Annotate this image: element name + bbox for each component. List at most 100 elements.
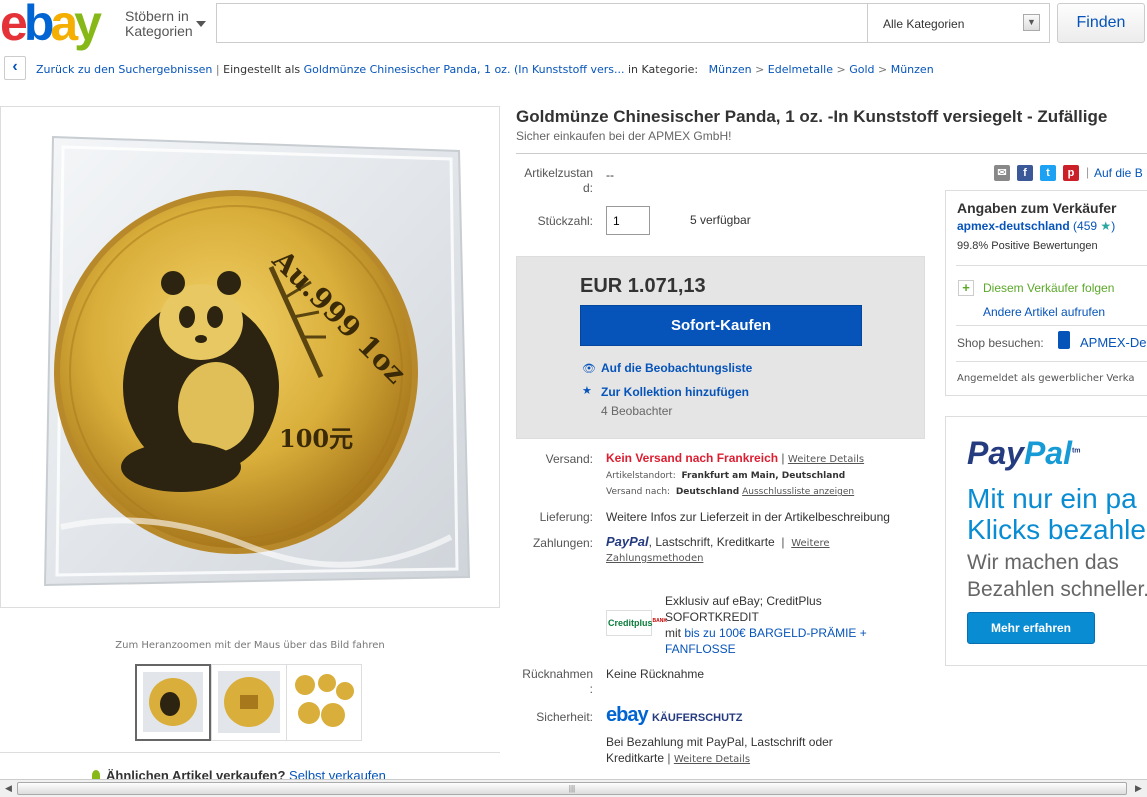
horizontal-scrollbar[interactable]: ◀ ||| ▶ [0, 779, 1147, 797]
browse-line-1: Stöbern in [125, 8, 189, 24]
paypal-ad-logo: PayPaltm [967, 435, 1081, 472]
ships-to-label: Versand nach: [606, 487, 671, 497]
positive-feedback: 99.8% Positive Bewertungen [957, 240, 1098, 252]
condition-label-line-2: d: [582, 181, 593, 195]
store-icon [1058, 331, 1070, 349]
share-separator: | [1086, 165, 1090, 179]
thumbnail-coin-image [143, 672, 203, 732]
divider [956, 265, 1147, 266]
protection-text: KÄUFERSCHUTZ [652, 712, 743, 724]
crumb-arrow: > [836, 63, 850, 76]
scroll-right-icon[interactable]: ▶ [1130, 780, 1147, 797]
paypal-ad-headline-2: Klicks bezahle [967, 514, 1146, 545]
thumbnail-1[interactable] [135, 664, 211, 741]
add-to-watchlist-top-link[interactable]: Auf die B [1094, 166, 1143, 180]
creditplus-logo[interactable]: CreditplusBANK [606, 610, 667, 636]
seller-name-link[interactable]: apmex-deutschland [957, 219, 1070, 233]
credit-promo-link-2[interactable]: FANFLOSSE [665, 642, 736, 656]
thumbnail-2[interactable] [211, 664, 287, 741]
search-input[interactable] [217, 4, 867, 42]
other-items-link[interactable]: Andere Artikel aufrufen [983, 305, 1105, 319]
condition-label: Artikelzustan d: [516, 166, 593, 196]
shipping-value: Kein Versand nach Frankreich | Weitere D… [606, 451, 864, 465]
paypal-ad-headline-1: Mit nur ein pa [967, 483, 1137, 514]
crumb-gold[interactable]: Gold [849, 63, 874, 76]
paypal-logo: PayPal [606, 534, 649, 549]
buy-now-button[interactable]: Sofort-Kaufen [580, 305, 862, 346]
separator: | [778, 535, 788, 549]
scrollbar-thumb[interactable]: ||| [17, 782, 1127, 795]
breadcrumb: Zurück zu den Suchergebnissen | Eingeste… [36, 63, 934, 76]
browse-categories-button[interactable]: Stöbern in Kategorien [125, 9, 193, 39]
credit-mit: mit [665, 626, 681, 640]
paypal-ad-logo-pal: Pal [1023, 435, 1072, 471]
returns-value: Keine Rücknahme [606, 667, 705, 681]
feedback-score-link[interactable]: (459 [1073, 219, 1097, 233]
ebay-logo[interactable]: ebay [0, 0, 118, 48]
chevron-down-icon[interactable]: ▼ [1023, 14, 1040, 31]
condition-value: -- [606, 168, 614, 182]
email-icon[interactable]: ✉ [994, 165, 1010, 181]
more-payment-link-1[interactable]: Weitere [791, 538, 829, 549]
crumb-muenzen-sub[interactable]: Münzen [891, 63, 934, 76]
category-select[interactable]: Alle Kategorien ▼ [867, 3, 1050, 43]
seller-heading: Angaben zum Verkäufer [957, 200, 1117, 216]
more-payment-link-2[interactable]: Zahlungsmethoden [606, 553, 703, 564]
plus-icon[interactable]: + [958, 280, 974, 296]
crumb-arrow: > [755, 63, 768, 76]
browse-line-2: Kategorien [125, 23, 193, 39]
listed-title-link[interactable]: Goldmünze Chinesischer Panda, 1 oz. (In … [304, 63, 625, 76]
watchers-count: 4 Beobachter [601, 404, 673, 418]
paypal-ad-logo-pay: Pay [967, 435, 1024, 471]
paypal-ad-sub-1: Wir machen das [967, 551, 1119, 574]
buyer-protection-logo[interactable]: ebay KÄUFERSCHUTZ [606, 704, 743, 727]
credit-promo-link[interactable]: bis zu 100€ BARGELD-PRÄMIE + [684, 626, 866, 640]
thumbnail-coin-set-image [295, 674, 354, 727]
find-button[interactable]: Finden [1057, 3, 1145, 43]
available-count: 5 verfügbar [690, 213, 751, 227]
ships-to: Versand nach: Deutschland Ausschlusslist… [606, 487, 854, 497]
category-select-value: Alle Kategorien [883, 17, 965, 31]
pinterest-icon[interactable]: p [1063, 165, 1079, 181]
watch-link[interactable]: Auf die Beobachtungsliste [601, 361, 752, 375]
paypal-ad-sub-2: Bezahlen schneller. [967, 578, 1147, 601]
logo-letter-y: y [74, 0, 102, 51]
caret-down-icon[interactable] [196, 21, 206, 27]
divider [0, 752, 500, 753]
item-location-value: Frankfurt am Main, Deutschland [681, 471, 846, 481]
shop-link[interactable]: APMEX-De [1080, 335, 1146, 350]
facebook-icon[interactable]: f [1017, 165, 1033, 181]
follow-seller-link[interactable]: Diesem Verkäufer folgen [983, 281, 1114, 295]
registered-business: Angemeldet als gewerblicher Verka [957, 373, 1135, 384]
learn-more-button[interactable]: Mehr erfahren [967, 612, 1095, 644]
search-box [216, 3, 867, 43]
thumbnail-3[interactable] [286, 664, 362, 741]
shipping-label: Versand: [545, 452, 593, 466]
coin-denomination: 100元 [279, 424, 353, 453]
payment-methods: PayPal, Lastschrift, Kreditkarte | Weite… [606, 534, 830, 549]
security-details-link[interactable]: Weitere Details [674, 754, 750, 765]
back-to-results-link[interactable]: Zurück zu den Suchergebnissen [36, 63, 212, 76]
main-product-image[interactable]: Au.999 1oz 100元 [0, 106, 500, 608]
paypal-ad[interactable]: PayPaltm Mit nur ein pa Klicks bezahle W… [945, 416, 1147, 666]
quantity-input[interactable] [606, 206, 650, 235]
twitter-icon[interactable]: t [1040, 165, 1056, 181]
crumb-edelmetalle[interactable]: Edelmetalle [768, 63, 833, 76]
back-arrow-icon[interactable]: ‹ [4, 56, 26, 80]
separator: | [667, 751, 671, 765]
coin-in-plastic-image: Au.999 1oz 100元 [43, 135, 471, 587]
crumb-muenzen[interactable]: Münzen [709, 63, 752, 76]
exclusion-list-link[interactable]: Ausschlussliste anzeigen [742, 487, 854, 497]
credit-line-1: Exklusiv auf eBay; CreditPlus [665, 594, 822, 608]
shipping-details-link[interactable]: Weitere Details [788, 454, 864, 465]
payment-methods-text: Lastschrift, Kreditkarte [655, 535, 775, 549]
scroll-left-icon[interactable]: ◀ [0, 780, 17, 797]
item-subtitle: Sicher einkaufen bei der APMEX GmbH! [516, 129, 732, 143]
listed-as-prefix: Eingestellt als [223, 63, 301, 76]
add-to-collection-link[interactable]: Zur Kollektion hinzufügen [601, 385, 749, 399]
security-label: Sicherheit: [536, 710, 593, 724]
ebay-mini-logo: ebay [606, 704, 649, 726]
security-text-line-1: Bei Bezahlung mit PayPal, Lastschrift od… [606, 735, 833, 749]
seller-info-box: Angaben zum Verkäufer apmex-deutschland … [945, 190, 1147, 396]
feedback-score-close: ) [1111, 219, 1116, 233]
